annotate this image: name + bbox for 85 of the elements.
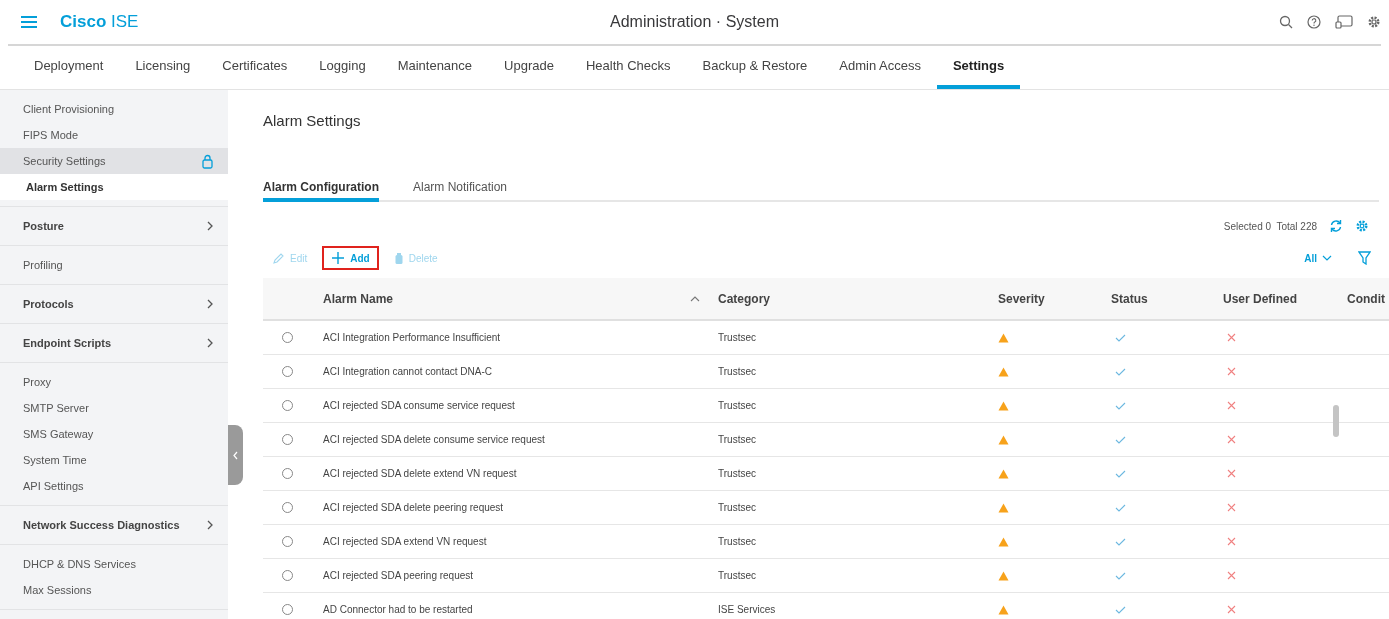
nav-tab[interactable]: Maintenance (381, 46, 489, 89)
pencil-icon (272, 251, 285, 265)
nav-tab[interactable]: Admin Access (823, 46, 937, 89)
sidebar-item[interactable]: API Settings (0, 473, 228, 499)
chevron-down-icon (1322, 255, 1332, 261)
table-cell-text: Trustsec (717, 433, 757, 447)
sidebar-item[interactable]: Max Sessions (0, 577, 228, 603)
chevron-right-icon (207, 299, 213, 309)
sidebar-item[interactable]: Alarm Settings (0, 174, 228, 200)
product-logo: Cisco ISE (60, 12, 139, 32)
table-row[interactable]: ACI rejected SDA delete extend VN request Trustsec (263, 457, 1389, 491)
table-row[interactable]: ACI rejected SDA delete peering request Trustsec (263, 491, 1389, 525)
table-row[interactable]: AD Connector had to be restarted ISE Services (263, 593, 1389, 619)
sidebar-item[interactable]: DHCP & DNS Services (0, 551, 228, 577)
column-header[interactable]: Alarm Name (323, 291, 394, 306)
table-cell-text: Trustsec (717, 365, 757, 379)
table-cell-text: ACI rejected SDA peering request (322, 569, 475, 583)
table-cell-text: Trustsec (717, 399, 757, 413)
nav-tab[interactable]: Backup & Restore (686, 46, 824, 89)
nav-tab[interactable]: Logging (303, 46, 382, 89)
nav-tab[interactable]: Deployment (18, 46, 120, 89)
table-cell-text: ACI rejected SDA delete extend VN request (322, 467, 518, 481)
settings-icon[interactable] (1355, 219, 1369, 233)
sidebar-item[interactable]: Client Provisioning (0, 96, 228, 122)
nav-tab[interactable]: Licensing (119, 46, 207, 89)
column-header[interactable]: Status (1099, 291, 1148, 306)
table-row[interactable]: ACI rejected SDA delete consume service request Trustsec (263, 423, 1389, 457)
table-cell-text: Trustsec (717, 535, 757, 549)
table-cell-text: Trustsec (717, 467, 757, 481)
sidebar-item[interactable]: Network Success Diagnostics (0, 512, 228, 538)
table-row[interactable]: ACI Integration cannot contact DNA-C Trustsec (263, 355, 1389, 389)
chevron-left-icon (233, 450, 238, 460)
table-row[interactable]: ACI rejected SDA extend VN request Trustsec (263, 525, 1389, 559)
chevron-right-icon (207, 338, 213, 348)
table-cell-text: ISE Services (717, 603, 777, 617)
nav-tab[interactable]: Settings (936, 46, 1021, 89)
table-row[interactable]: ACI Integration Performance Insufficient Trustsec (263, 321, 1389, 355)
chevron-right-icon (207, 520, 213, 530)
sidebar-item[interactable]: Proxy (0, 369, 228, 395)
table-cell-text: AD Connector had to be restarted (322, 603, 474, 617)
sort-up-icon[interactable] (690, 295, 700, 302)
table-cell-text: Trustsec (717, 501, 757, 515)
settings-icon[interactable] (1367, 15, 1381, 29)
sidebar-item[interactable]: SMS Gateway (0, 421, 228, 447)
table-cell-text: ACI rejected SDA delete consume service request (322, 433, 546, 447)
trash-icon (393, 251, 404, 265)
nav-tab[interactable]: Health Checks (569, 46, 687, 89)
sidebar-item[interactable]: FIPS Mode (0, 122, 228, 148)
nav-tab[interactable]: Upgrade (488, 46, 570, 89)
table-cell-text: ACI rejected SDA delete peering request (322, 501, 505, 515)
table-cell-text: ACI Integration cannot contact DNA-C (322, 365, 493, 379)
tab[interactable]: Alarm Notification (413, 175, 508, 202)
help-icon[interactable] (1307, 15, 1321, 29)
column-header[interactable]: Condit (1343, 291, 1385, 306)
sidebar-item[interactable]: Endpoint Scripts (0, 330, 228, 356)
column-header[interactable]: Category (706, 291, 770, 306)
table-row[interactable]: ACI rejected SDA peering request Trustsec (263, 559, 1389, 593)
scrollbar[interactable] (1333, 405, 1339, 437)
table-cell-text: Trustsec (717, 331, 757, 345)
refresh-icon[interactable] (1329, 219, 1343, 233)
monitor-icon[interactable] (1335, 15, 1353, 29)
selection-count: Selected 0 Total 228 (1223, 220, 1317, 232)
table-cell-text: ACI Integration Performance Insufficient (322, 331, 502, 345)
column-header[interactable]: User Defined (1211, 291, 1298, 306)
sidebar-item[interactable]: Protocols (0, 291, 228, 317)
page-title: Administration · System (610, 13, 779, 30)
tab[interactable]: Alarm Configuration (263, 175, 379, 202)
sidebar-item[interactable]: Posture (0, 213, 228, 239)
sidebar-item[interactable]: Profiling (0, 252, 228, 278)
table-cell-text: ACI rejected SDA consume service request (322, 399, 516, 413)
chevron-right-icon (207, 221, 213, 231)
table-cell-text: Trustsec (717, 569, 757, 583)
sidebar-item[interactable]: Security Settings (0, 148, 228, 174)
column-header[interactable]: Severity (986, 291, 1045, 306)
menu-icon[interactable] (20, 15, 38, 29)
sidebar-item[interactable]: SMTP Server (0, 395, 228, 421)
section-title: Alarm Settings (263, 111, 361, 131)
collapse-handle[interactable] (228, 425, 243, 485)
table-cell-text: ACI rejected SDA extend VN request (322, 535, 488, 549)
filter-icon[interactable] (1358, 251, 1371, 265)
sidebar-item[interactable]: System Time (0, 447, 228, 473)
search-icon[interactable] (1279, 15, 1293, 29)
nav-tab[interactable]: Certificates (206, 46, 304, 89)
table-row[interactable]: ACI rejected SDA consume service request Trustsec (263, 389, 1389, 423)
plus-icon (331, 251, 346, 265)
